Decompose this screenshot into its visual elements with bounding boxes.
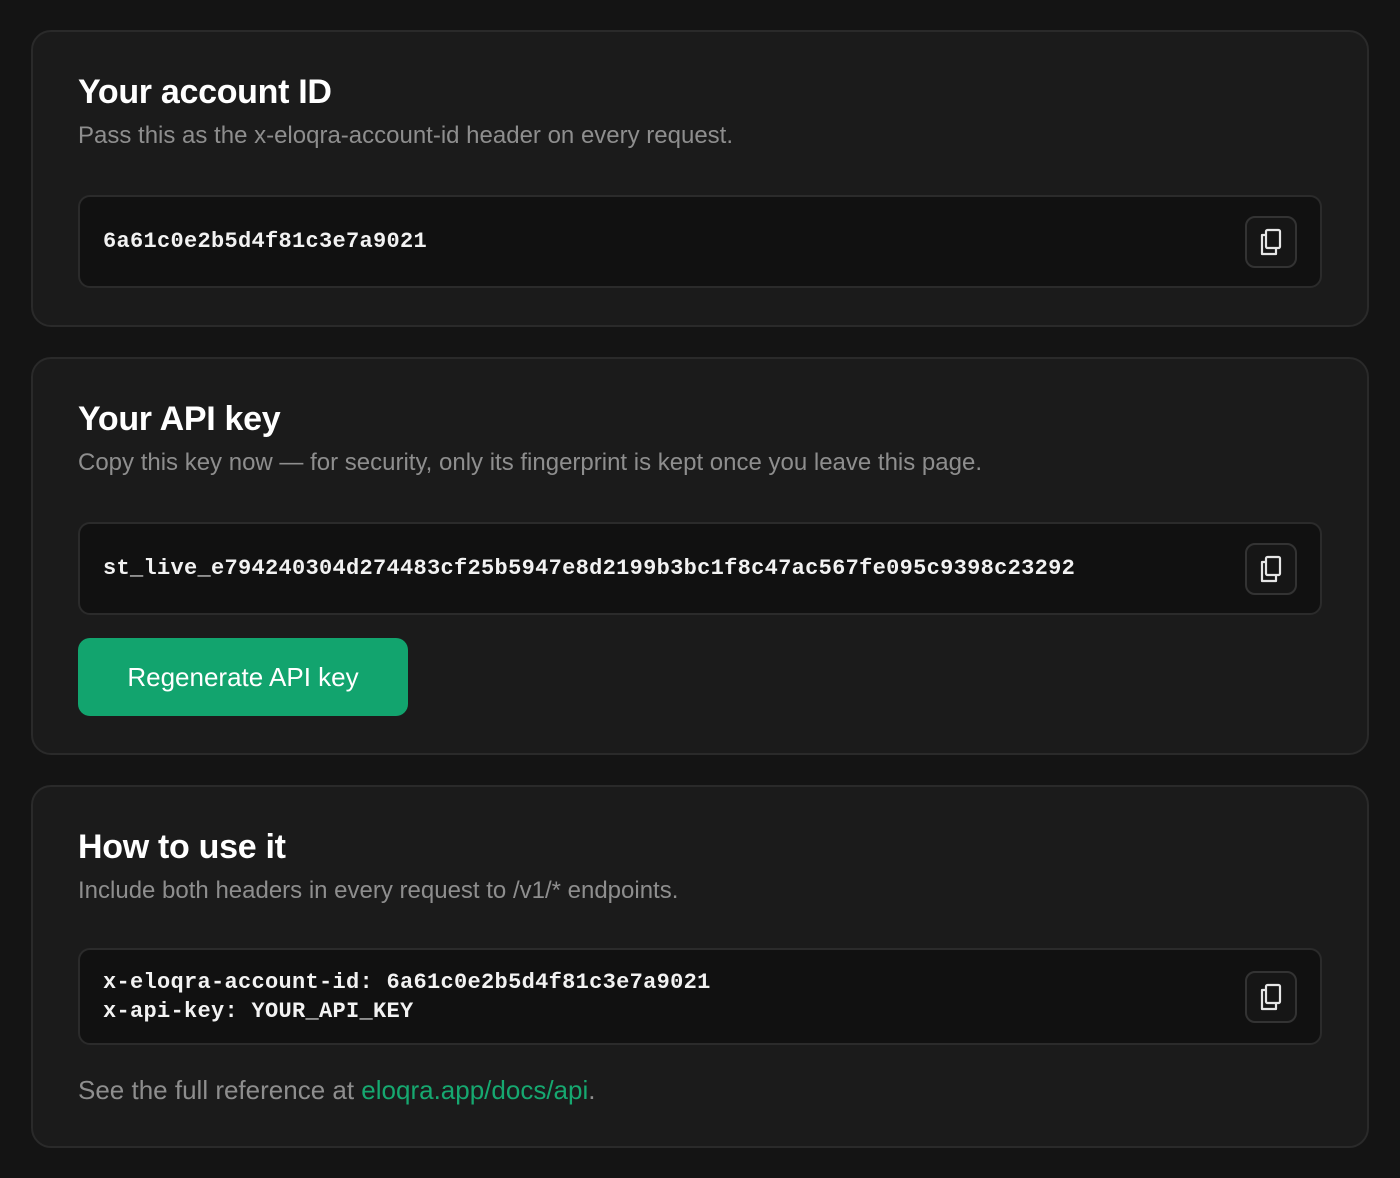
usage-card: How to use it Include both headers in ev… — [31, 785, 1369, 1148]
docs-link[interactable]: eloqra.app/docs/api — [361, 1075, 588, 1105]
api-key-title: Your API key — [78, 400, 281, 438]
api-credentials-page: Your account ID Pass this as the x-eloqr… — [0, 0, 1400, 1178]
api-key-card: Your API key Copy this key now — for sec… — [31, 357, 1369, 755]
account-id-title: Your account ID — [78, 73, 332, 111]
reference-line: See the full reference at eloqra.app/doc… — [78, 1073, 1322, 1107]
usage-title: How to use it — [78, 828, 286, 866]
reference-suffix: . — [588, 1075, 596, 1105]
reference-prefix: See the full reference at — [78, 1075, 362, 1105]
headers-snippet[interactable]: x-eloqra-account-id: 6a61c0e2b5d4f81c3e7… — [78, 948, 1322, 1045]
api-key-value[interactable]: st_live_e794240304d274483cf25b5947e8d219… — [103, 554, 1075, 583]
copy-account-id-button[interactable] — [1245, 215, 1297, 268]
headers-line-api-key: x-api-key: YOUR_API_KEY — [103, 998, 414, 1024]
copy-api-key-button[interactable] — [1245, 542, 1297, 595]
copy-icon — [1259, 555, 1283, 583]
copy-headers-button[interactable] — [1245, 970, 1297, 1023]
account-id-description: Pass this as the x-eloqra-account-id hea… — [78, 122, 734, 149]
headers-snippet-lines: x-eloqra-account-id: 6a61c0e2b5d4f81c3e7… — [103, 968, 711, 1026]
account-id-card: Your account ID Pass this as the x-eloqr… — [31, 30, 1369, 327]
copy-icon — [1259, 228, 1283, 256]
api-key-description: Copy this key now — for security, only i… — [78, 449, 982, 476]
usage-description: Include both headers in every request to… — [78, 877, 679, 904]
account-id-value[interactable]: 6a61c0e2b5d4f81c3e7a9021 — [103, 227, 427, 256]
api-key-field[interactable]: st_live_e794240304d274483cf25b5947e8d219… — [78, 522, 1322, 615]
headers-line-account-id: x-eloqra-account-id: 6a61c0e2b5d4f81c3e7… — [103, 969, 711, 995]
regenerate-api-key-button[interactable]: Regenerate API key — [78, 638, 408, 716]
copy-icon — [1259, 983, 1283, 1011]
account-id-field[interactable]: 6a61c0e2b5d4f81c3e7a9021 — [78, 195, 1322, 288]
